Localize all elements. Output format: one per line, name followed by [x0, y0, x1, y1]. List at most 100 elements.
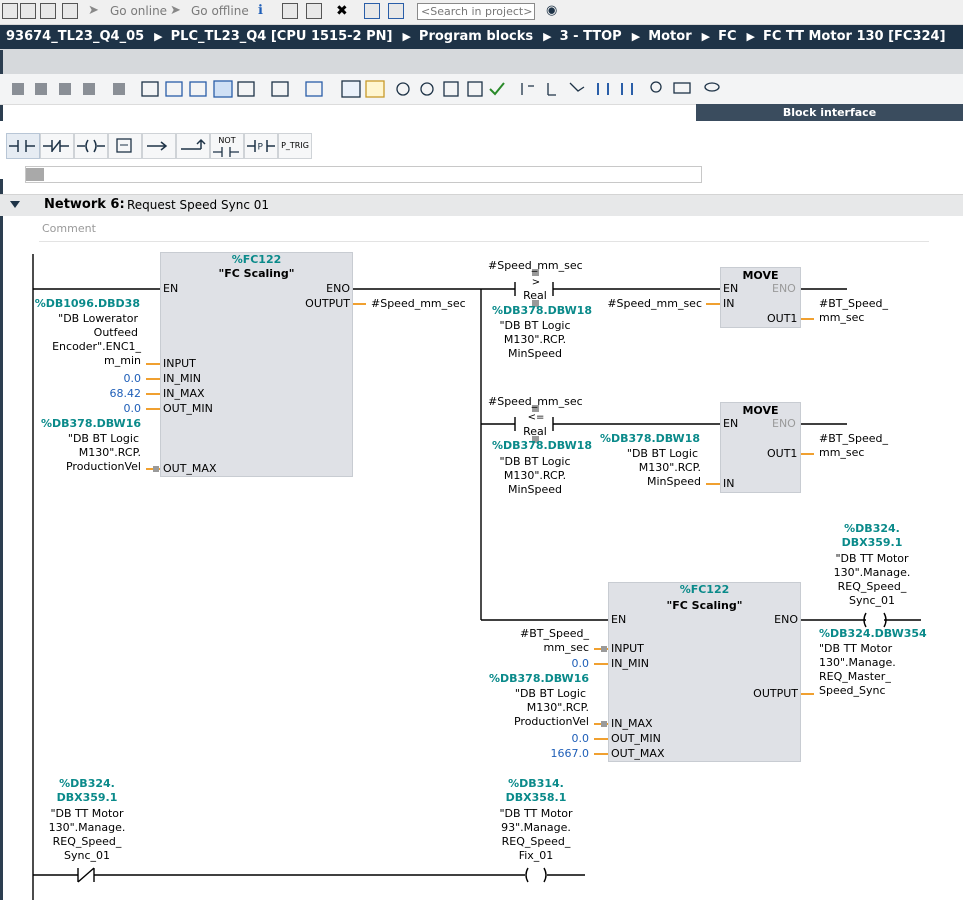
coil-address[interactable]: DBX358.1: [494, 791, 578, 805]
contact-symbol[interactable]: "DB TT Motor: [45, 807, 129, 821]
coil-symbol[interactable]: Fix_01: [494, 849, 578, 863]
coil-symbol[interactable]: 93".Manage.: [494, 821, 578, 835]
download-icon[interactable]: [20, 3, 36, 19]
out-max-pin[interactable]: OUT_MAX: [163, 462, 216, 476]
out1-pin[interactable]: OUT1: [767, 447, 797, 461]
in-pin[interactable]: IN: [723, 477, 734, 491]
move-output-operand[interactable]: #BT_Speed_: [819, 432, 888, 446]
operand-symbol[interactable]: "DB BT Logic: [470, 687, 586, 701]
move-input-symbol[interactable]: "DB BT Logic: [590, 447, 698, 461]
open-branch-button[interactable]: [142, 133, 176, 159]
eno-pin[interactable]: ENO: [772, 282, 796, 296]
empty-box-button[interactable]: [108, 133, 142, 159]
go-online-icon[interactable]: ➤: [88, 3, 104, 19]
in-pin[interactable]: IN: [723, 297, 734, 311]
input-pin[interactable]: INPUT: [611, 642, 644, 656]
move-output-operand[interactable]: mm_sec: [819, 311, 864, 325]
breadcrumb-item[interactable]: Motor: [648, 25, 691, 49]
compare-type[interactable]: Real: [516, 289, 554, 303]
split-horizontal-icon[interactable]: [364, 3, 380, 19]
p-trig-button[interactable]: P_TRIG: [278, 133, 312, 159]
compare-address[interactable]: %DB378.DBW18: [492, 439, 592, 453]
output-operand[interactable]: #Speed_mm_sec: [371, 297, 466, 311]
network-header[interactable]: Network 6: Request Speed Sync 01: [0, 194, 963, 216]
breadcrumb-item[interactable]: FC: [718, 25, 736, 49]
compile-icon[interactable]: [62, 3, 78, 19]
eno-pin[interactable]: ENO: [772, 417, 796, 431]
output-address[interactable]: %DB324.DBW354: [819, 627, 927, 641]
contact-symbol[interactable]: Sync_01: [45, 849, 129, 863]
move-output-operand[interactable]: #BT_Speed_: [819, 297, 888, 311]
breadcrumb-item[interactable]: 93674_TL23_Q4_05: [0, 25, 144, 49]
go-online-button[interactable]: Go online: [110, 4, 167, 18]
close-x-icon[interactable]: ✖: [336, 3, 352, 19]
window-icon[interactable]: [306, 3, 322, 19]
move-output-operand[interactable]: mm_sec: [819, 446, 864, 460]
output-symbol[interactable]: REQ_Master_: [819, 670, 891, 684]
close-branch-button[interactable]: [176, 133, 210, 159]
upload-icon[interactable]: [40, 3, 56, 19]
eno-pin[interactable]: ENO: [300, 282, 350, 296]
horizontal-scrollbar[interactable]: [25, 166, 702, 183]
operand-address[interactable]: %DB378.DBW16: [470, 672, 589, 686]
out-max-pin[interactable]: OUT_MAX: [611, 747, 664, 761]
coil-symbol[interactable]: "DB TT Motor: [494, 807, 578, 821]
operand-symbol[interactable]: "DB BT Logic: [20, 432, 139, 446]
accessible-devices-icon[interactable]: ℹ: [258, 3, 274, 19]
compare-symbol[interactable]: M130".RCP.: [490, 333, 580, 347]
en-pin[interactable]: EN: [163, 282, 178, 296]
coil-symbol[interactable]: 130".Manage.: [830, 566, 914, 580]
operand-symbol[interactable]: ProductionVel: [20, 460, 141, 474]
operand-symbol[interactable]: M130".RCP.: [20, 446, 141, 460]
en-pin[interactable]: EN: [723, 282, 738, 296]
operand-address[interactable]: %DB378.DBW16: [20, 417, 141, 431]
compare-symbol[interactable]: "DB BT Logic: [490, 319, 580, 333]
search-input[interactable]: <Search in project>: [417, 3, 535, 20]
en-pin[interactable]: EN: [723, 417, 738, 431]
output-pin[interactable]: OUTPUT: [738, 687, 798, 701]
output-symbol[interactable]: Speed_Sync: [819, 684, 886, 698]
compare-operand[interactable]: #Speed_mm_sec: [488, 259, 583, 273]
input-pin[interactable]: INPUT: [163, 357, 196, 371]
breadcrumb-item[interactable]: Program blocks: [419, 25, 533, 49]
no-contact-button[interactable]: [6, 133, 40, 159]
move-input-symbol[interactable]: MinSpeed: [590, 475, 701, 489]
compare-symbol[interactable]: M130".RCP.: [490, 469, 580, 483]
output-pin[interactable]: OUTPUT: [290, 297, 350, 311]
operand-symbol[interactable]: m_min: [20, 354, 141, 368]
in-min-pin[interactable]: IN_MIN: [611, 657, 649, 671]
compare-symbol[interactable]: MinSpeed: [490, 347, 580, 361]
contact-symbol[interactable]: REQ_Speed_: [45, 835, 129, 849]
operand-value[interactable]: 0.0: [80, 402, 142, 416]
go-offline-button[interactable]: Go offline: [191, 4, 249, 18]
eno-pin[interactable]: ENO: [748, 613, 798, 627]
coil-symbol[interactable]: REQ_Speed_: [830, 580, 914, 594]
in-max-pin[interactable]: IN_MAX: [163, 387, 205, 401]
operand-address[interactable]: %DB1096.DBD38: [20, 297, 140, 311]
out-min-pin[interactable]: OUT_MIN: [611, 732, 661, 746]
coil-symbol[interactable]: "DB TT Motor: [830, 552, 914, 566]
move-input-symbol[interactable]: M130".RCP.: [590, 461, 701, 475]
network-name[interactable]: Request Speed Sync 01: [127, 198, 269, 212]
collapse-triangle-icon[interactable]: [10, 201, 20, 209]
coil-symbol[interactable]: Sync_01: [830, 594, 914, 608]
network-comment[interactable]: Comment: [39, 219, 929, 242]
compare-operand[interactable]: #Speed_mm_sec: [488, 395, 583, 409]
move-input-address[interactable]: %DB378.DBW18: [590, 432, 700, 446]
split-editor-icon[interactable]: [282, 3, 298, 19]
block-interface-tab[interactable]: Block interface: [696, 104, 963, 121]
compare-address[interactable]: %DB378.DBW18: [492, 304, 592, 318]
operand-symbol[interactable]: "DB Lowerator: [20, 312, 138, 326]
coil-address[interactable]: %DB314.: [494, 777, 578, 791]
operand-symbol[interactable]: Outfeed: [20, 326, 138, 340]
operand-symbol[interactable]: M130".RCP.: [470, 701, 589, 715]
out-min-pin[interactable]: OUT_MIN: [163, 402, 213, 416]
move-input-operand[interactable]: #Speed_mm_sec: [590, 297, 702, 311]
coil-address[interactable]: %DB324.: [830, 522, 914, 536]
operand-symbol[interactable]: Encoder".ENC1_: [20, 340, 141, 354]
en-pin[interactable]: EN: [611, 613, 626, 627]
coil-button[interactable]: [74, 133, 108, 159]
nc-contact-button[interactable]: [40, 133, 74, 159]
operand-value[interactable]: 68.42: [80, 387, 142, 401]
output-symbol[interactable]: 130".Manage.: [819, 656, 896, 670]
